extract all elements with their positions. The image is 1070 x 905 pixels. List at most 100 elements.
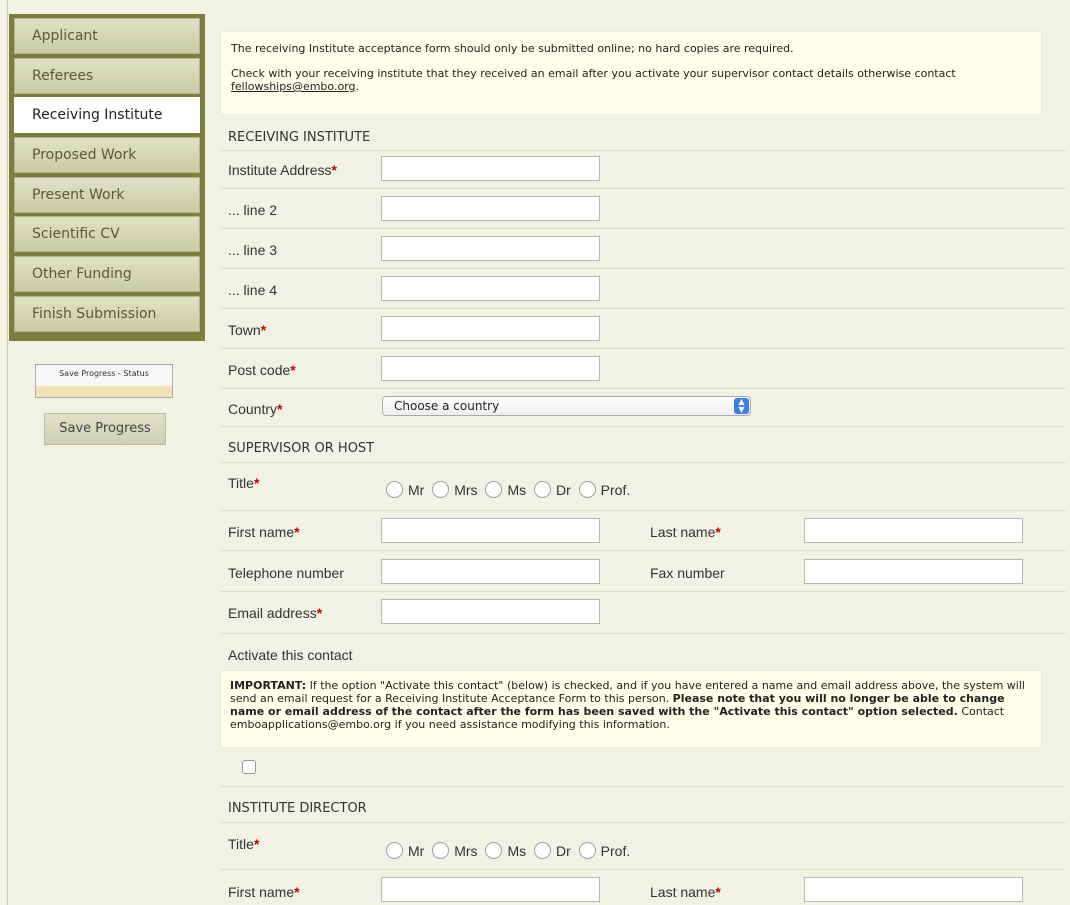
supervisor-telephone-input[interactable] bbox=[381, 559, 600, 584]
institute-address-input[interactable] bbox=[381, 156, 600, 181]
radio-option-ms[interactable]: Ms bbox=[485, 481, 526, 498]
director-first-name-input[interactable] bbox=[381, 877, 600, 902]
radio-option-dr[interactable]: Dr bbox=[534, 842, 571, 859]
page-left-border bbox=[7, 0, 8, 905]
radio-label: Mr bbox=[408, 843, 425, 859]
radio-option-ms[interactable]: Ms bbox=[485, 842, 526, 859]
radio-option-mrs[interactable]: Mrs bbox=[432, 842, 478, 859]
notice-line-1: The receiving Institute acceptance form … bbox=[231, 42, 794, 55]
row-divider bbox=[220, 591, 1066, 592]
label-last-name-text: Last name bbox=[650, 884, 716, 900]
sidebar-item-referees[interactable]: Referees bbox=[14, 57, 200, 94]
supervisor-first-name-input[interactable] bbox=[381, 518, 600, 543]
required-marker: * bbox=[294, 884, 300, 900]
required-marker: * bbox=[290, 362, 296, 378]
radio-button[interactable] bbox=[534, 842, 551, 859]
radio-button[interactable] bbox=[578, 481, 596, 498]
required-marker: * bbox=[277, 401, 283, 417]
radio-label: Mr bbox=[408, 482, 425, 498]
label-director-last-name: Last name* bbox=[650, 884, 721, 900]
address-line-3-input[interactable] bbox=[381, 236, 600, 261]
sidebar-item-scientific-cv[interactable]: Scientific CV bbox=[14, 216, 200, 253]
sidebar-item-finish-submission[interactable]: Finish Submission bbox=[14, 295, 200, 332]
row-divider bbox=[220, 786, 1066, 787]
row-divider bbox=[220, 869, 1066, 870]
required-marker: * bbox=[715, 524, 721, 540]
label-supervisor-title: Title* bbox=[228, 475, 259, 491]
radio-option-mrs[interactable]: Mrs bbox=[432, 481, 478, 498]
required-marker: * bbox=[260, 322, 267, 338]
radio-option-prof[interactable]: Prof. bbox=[578, 481, 631, 498]
label-fax: Fax number bbox=[650, 565, 725, 581]
section-title-institute-director: INSTITUTE DIRECTOR bbox=[228, 801, 367, 816]
save-progress-status-bar bbox=[36, 386, 172, 397]
row-divider bbox=[220, 462, 1066, 463]
radio-button[interactable] bbox=[432, 842, 450, 859]
row-divider bbox=[220, 822, 1066, 823]
address-line-4-input[interactable] bbox=[381, 276, 600, 301]
radio-option-dr[interactable]: Dr bbox=[534, 481, 571, 498]
country-select[interactable]: Choose a country ▲ ▼ bbox=[382, 396, 751, 416]
fellowships-email-link[interactable]: fellowships@embo.org bbox=[231, 80, 356, 93]
row-divider bbox=[220, 633, 1066, 634]
director-last-name-input[interactable] bbox=[804, 877, 1023, 902]
radio-button[interactable] bbox=[386, 842, 403, 859]
required-marker: * bbox=[316, 605, 323, 621]
supervisor-email-input[interactable] bbox=[381, 599, 600, 624]
supervisor-last-name-input[interactable] bbox=[804, 518, 1023, 543]
radio-button[interactable] bbox=[432, 481, 450, 498]
supervisor-fax-input[interactable] bbox=[804, 559, 1023, 584]
label-town-text: Town bbox=[228, 322, 261, 338]
radio-button[interactable] bbox=[578, 842, 596, 859]
info-notice: The receiving Institute acceptance form … bbox=[220, 31, 1042, 115]
radio-option-prof[interactable]: Prof. bbox=[578, 842, 630, 859]
label-first-name-text: First name bbox=[228, 884, 295, 900]
row-divider bbox=[220, 268, 1066, 269]
row-divider bbox=[220, 426, 1066, 427]
sidebar-item-present-work[interactable]: Present Work bbox=[14, 176, 200, 213]
radio-button[interactable] bbox=[485, 481, 503, 498]
radio-option-mr[interactable]: Mr bbox=[386, 842, 424, 859]
supervisor-title-radio-group: Mr Mrs Ms Dr Prof. bbox=[386, 481, 634, 498]
row-divider bbox=[220, 308, 1066, 309]
sidebar-item-proposed-work[interactable]: Proposed Work bbox=[14, 137, 200, 174]
label-supervisor-title-text: Title bbox=[228, 475, 254, 491]
section-title-receiving-institute: RECEIVING INSTITUTE bbox=[228, 130, 371, 145]
label-country: Country* bbox=[228, 401, 282, 417]
sidebar-item-other-funding[interactable]: Other Funding bbox=[14, 256, 200, 293]
label-telephone: Telephone number bbox=[228, 565, 344, 581]
label-line-3: ... line 3 bbox=[228, 242, 278, 258]
label-activate-contact: Activate this contact bbox=[228, 647, 353, 663]
label-director-title-text: Title bbox=[228, 836, 254, 852]
radio-option-mr[interactable]: Mr bbox=[386, 481, 424, 498]
activate-contact-checkbox[interactable] bbox=[242, 760, 256, 774]
sidebar-item-receiving-institute[interactable]: Receiving Institute bbox=[14, 97, 200, 134]
label-first-name-text: First name bbox=[228, 524, 295, 540]
sidebar-item-applicant[interactable]: Applicant bbox=[14, 18, 200, 54]
important-notice: IMPORTANT: If the option "Activate this … bbox=[220, 670, 1042, 748]
important-lead: IMPORTANT: bbox=[230, 679, 307, 692]
radio-label: Prof. bbox=[600, 482, 631, 498]
town-input[interactable] bbox=[381, 316, 600, 341]
select-updown-icon: ▲ ▼ bbox=[734, 398, 749, 414]
row-divider bbox=[220, 388, 1066, 389]
radio-button[interactable] bbox=[534, 481, 551, 498]
row-divider bbox=[220, 550, 1066, 551]
label-supervisor-last-name: Last name* bbox=[650, 524, 721, 540]
save-progress-status: Save Progress - Status bbox=[35, 364, 173, 398]
section-title-supervisor: SUPERVISOR OR HOST bbox=[228, 441, 375, 456]
address-line-2-input[interactable] bbox=[381, 196, 600, 221]
radio-label: Dr bbox=[556, 843, 571, 859]
label-institute-address: Institute Address* bbox=[228, 162, 337, 178]
radio-button[interactable] bbox=[485, 842, 503, 859]
label-line-4: ... line 4 bbox=[228, 282, 278, 298]
post-code-input[interactable] bbox=[381, 356, 600, 381]
radio-button[interactable] bbox=[386, 481, 403, 498]
save-progress-button[interactable]: Save Progress bbox=[44, 413, 166, 445]
label-director-first-name: First name* bbox=[228, 884, 300, 900]
label-email: Email address* bbox=[228, 605, 322, 621]
label-last-name-text: Last name bbox=[650, 524, 716, 540]
radio-label: Mrs bbox=[454, 482, 478, 498]
required-marker: * bbox=[253, 475, 260, 491]
label-country-text: Country bbox=[228, 401, 278, 417]
